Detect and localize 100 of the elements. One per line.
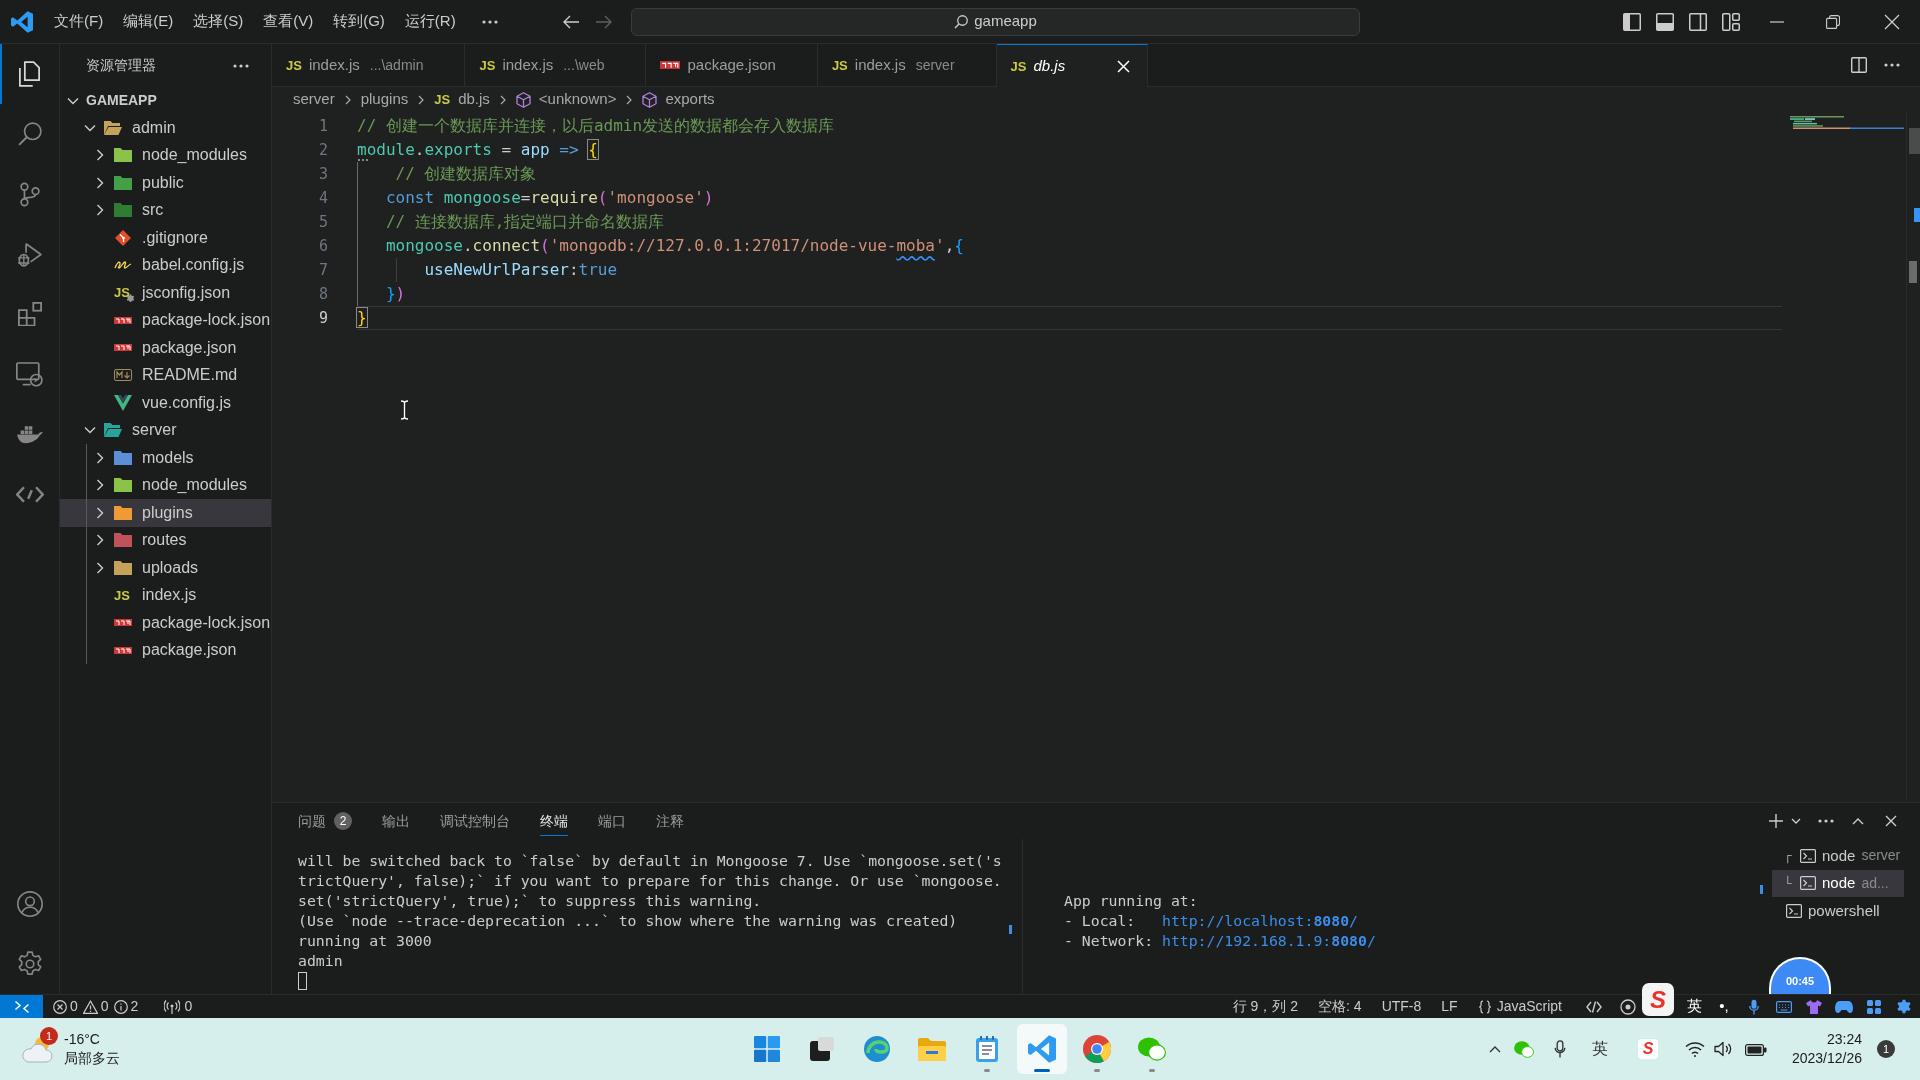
wifi-icon[interactable] [1685, 1041, 1705, 1057]
microphone-icon[interactable] [1749, 998, 1759, 1015]
notification-count[interactable]: 1 [1877, 1040, 1895, 1058]
tree-item[interactable]: admin [60, 114, 271, 142]
status-item[interactable]: UTF-8 [1371, 995, 1432, 1018]
status-item[interactable]: 空格: 4 [1308, 995, 1372, 1018]
chevron-up-icon[interactable] [1489, 1045, 1501, 1053]
command-center[interactable]: gameapp [631, 7, 1360, 36]
status-item[interactable]: 行 9，列 2 [1222, 995, 1309, 1018]
breadcrumb-item[interactable]: JS db.js [434, 88, 490, 111]
menu-item[interactable]: 文件(F) [44, 6, 114, 37]
status-item[interactable]: JavaScript [1467, 995, 1572, 1018]
account-icon[interactable] [16, 891, 43, 917]
shirt-icon[interactable] [1806, 999, 1822, 1014]
minimize-icon[interactable] [1770, 20, 1784, 23]
tree-item[interactable]: package-lock.json [60, 306, 271, 334]
panel-tab[interactable]: 调试控制台 [425, 803, 525, 839]
breadcrumb-item[interactable]: exports [642, 88, 715, 111]
input-mode[interactable]: 英 [1679, 995, 1709, 1018]
terminal-tab[interactable]: ┌ node server [1772, 842, 1904, 870]
editor-tab[interactable]: package.json [646, 44, 818, 87]
back-arrow-icon[interactable] [563, 14, 579, 29]
menu-item[interactable]: 查看(V) [253, 6, 324, 37]
terminal-tab[interactable]: └ node ad... [1772, 869, 1904, 897]
terminal-tab[interactable]: powershell [1772, 897, 1904, 925]
editor-tab[interactable]: JS db.js [996, 44, 1149, 87]
menu-item[interactable]: 转到(G) [323, 6, 395, 37]
close-icon[interactable] [1885, 815, 1897, 827]
breadcrumb-item[interactable]: <unknown> [515, 88, 617, 111]
editor-tab[interactable]: JS index.js ...\admin [272, 44, 466, 87]
terminal-link[interactable]: http://192.168.1.9:8080/ [1162, 931, 1376, 951]
settings-icon[interactable] [1896, 998, 1912, 1015]
target-icon[interactable] [1620, 998, 1636, 1015]
terminal-link[interactable]: http://localhost:8080/ [1162, 911, 1358, 931]
battery-icon[interactable] [1745, 1042, 1767, 1056]
menu-item[interactable]: 运行(R) [394, 6, 466, 37]
tree-item[interactable]: package-lock.json [60, 609, 271, 637]
problems-status[interactable]: 0 0 2 [47, 995, 145, 1018]
clock-date[interactable]: 2023/12/26 [1791, 1049, 1862, 1068]
speaker-icon[interactable] [1714, 1041, 1732, 1057]
menu-item[interactable]: 编辑(E) [113, 6, 184, 37]
close-icon[interactable] [1884, 13, 1900, 30]
panel-tab[interactable]: 端口 [583, 803, 641, 839]
tree-item[interactable]: models [60, 444, 271, 472]
more-icon[interactable] [481, 19, 498, 24]
clock-time[interactable]: 23:24 [1826, 1030, 1862, 1049]
microphone-icon[interactable] [1554, 1040, 1566, 1058]
breadcrumb-item[interactable]: server [293, 88, 335, 111]
tree-item[interactable]: node_modules [60, 471, 271, 499]
gamepad-icon[interactable] [1835, 1000, 1853, 1013]
input-mode[interactable]: 英 [1592, 1037, 1608, 1061]
split-editor-icon[interactable] [1851, 57, 1867, 73]
tree-item[interactable]: JS index.js [60, 581, 271, 609]
tree-item[interactable]: uploads [60, 554, 271, 582]
more-icon[interactable] [1884, 63, 1900, 67]
code-line: } [357, 307, 367, 329]
tree-item[interactable]: node_modules [60, 141, 271, 169]
remote-button[interactable] [0, 995, 43, 1018]
editor-tab[interactable]: JS index.js ...\web [465, 44, 647, 87]
layout-grid-icon[interactable] [1722, 12, 1740, 31]
code-brackets-icon[interactable] [1586, 999, 1602, 1014]
ime-logo[interactable]: S [1642, 983, 1674, 1016]
sidebar-left-icon[interactable] [1623, 12, 1641, 31]
tree-item[interactable]: README.md [60, 361, 271, 389]
keyboard-icon[interactable] [1776, 1000, 1792, 1013]
tree-item[interactable]: src [60, 196, 271, 224]
tree-root[interactable]: GAMEAPP [60, 87, 271, 114]
sidebar-right-icon[interactable] [1689, 12, 1707, 31]
panel-tab[interactable]: 输出 [367, 803, 425, 839]
tree-item[interactable]: routes [60, 526, 271, 554]
tree-item[interactable]: JS jsconfig.json [60, 279, 271, 307]
panel-bottom-icon[interactable] [1656, 12, 1674, 31]
breadcrumb-item[interactable]: plugins [360, 88, 409, 111]
grid-icon[interactable] [1867, 999, 1881, 1014]
panel-tab[interactable]: 问题 2 [283, 803, 367, 839]
tree-item[interactable]: server [60, 416, 271, 444]
tree-item[interactable]: vue.config.js [60, 389, 271, 417]
chevron-down-icon[interactable] [1791, 818, 1801, 824]
plus-icon[interactable] [1769, 814, 1783, 828]
editor-tab[interactable]: JS index.js server [817, 44, 997, 87]
more-icon[interactable] [233, 63, 249, 68]
weather-temperature: -16°C [64, 1030, 100, 1049]
status-item[interactable]: LF [1431, 995, 1468, 1018]
punctuation-mode[interactable]: •, [1709, 995, 1739, 1018]
more-icon[interactable] [1818, 819, 1834, 823]
scrollbar-thumb[interactable] [1909, 128, 1920, 154]
tree-item[interactable]: plugins [60, 499, 271, 527]
tree-item[interactable]: babel.config.js [60, 251, 271, 279]
tree-item[interactable]: .gitignore [60, 224, 271, 252]
restore-icon[interactable] [1826, 14, 1840, 29]
panel-tab[interactable]: 终端 [525, 803, 583, 839]
panel-tab[interactable]: 注释 [641, 803, 699, 839]
menu-item[interactable]: 选择(S) [183, 6, 254, 37]
tree-item[interactable]: package.json [60, 334, 271, 362]
ports-status[interactable]: 0 [160, 995, 197, 1018]
braces-icon [1477, 999, 1492, 1014]
tree-item[interactable]: package.json [60, 636, 271, 664]
settings-icon[interactable] [16, 951, 43, 977]
tree-item[interactable]: public [60, 169, 271, 197]
ime-logo[interactable]: S [1638, 1039, 1658, 1059]
